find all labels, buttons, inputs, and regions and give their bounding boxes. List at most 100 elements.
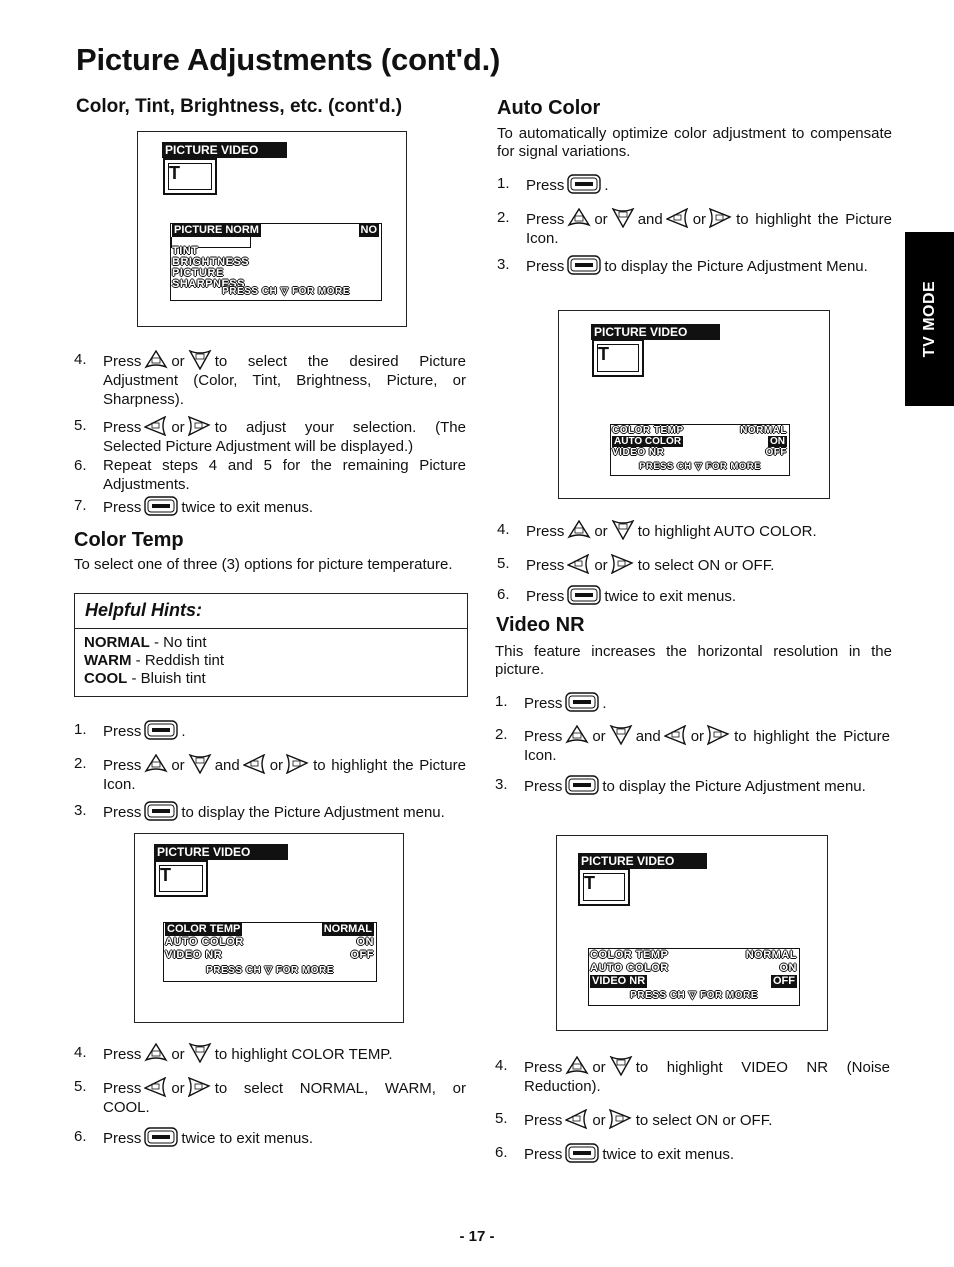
vol-left-button-icon (144, 416, 167, 436)
osd-menu-header-value: NO (358, 224, 379, 237)
step: 6. Press twice to exit menus. (74, 1127, 314, 1147)
steps-video-nr-a: 1. Press. 2. Press or and or to highlight th… (495, 692, 890, 796)
step: 3. Press to display the Picture Adjustmen… (497, 255, 868, 275)
osd-menu: COLOR TEMP NORMAL AUTO COLOR ON VIDEO NR OF… (163, 922, 377, 982)
osd-row-label-highlighted: VIDEO NR (590, 975, 648, 988)
ch-up-button-icon (145, 350, 168, 368)
ch-up-button-icon (145, 1043, 168, 1061)
section-tab-tv-mode: TV MODE (905, 232, 954, 406)
step: 4. Press or to highlight COLOR TEMP. (74, 1043, 393, 1063)
step: 4. Press or to select the desired Picture … (74, 350, 466, 408)
action-button-icon (567, 255, 602, 275)
action-button-icon (144, 720, 179, 740)
osd-menu: COLOR TEMP NORMAL AUTO COLOR ON VIDEO NR OF… (610, 424, 790, 476)
vol-right-button-icon (286, 754, 308, 774)
helpful-hints-box: Helpful Hints: NORMAL - No tint WARM - R… (74, 593, 468, 697)
step: 3. Press to display the Picture Adjustmen… (495, 775, 866, 795)
vol-right-button-icon (707, 725, 729, 745)
auto-color-intro: To automatically optimize color adjustme… (497, 125, 892, 160)
vol-right-button-icon (187, 416, 210, 436)
osd-title: PICTURE VIDEO (591, 324, 720, 340)
ch-up-button-icon (568, 520, 591, 538)
osd-footer: PRESS CH ▽ FOR MORE (222, 286, 350, 297)
osd-row-value: NORMAL (740, 425, 787, 436)
ch-up-button-icon (145, 754, 168, 772)
action-button-icon (565, 775, 600, 795)
vol-left-button-icon (565, 1109, 588, 1129)
action-button-icon (144, 1127, 179, 1147)
ch-down-button-icon (611, 208, 634, 228)
steps-color-temp-a: 1. Press. 2. Press or and or to highlight th… (74, 720, 466, 822)
step: 1. Press. (74, 720, 186, 740)
step: 7. Press twice to exit menus. (74, 496, 314, 516)
osd-row-label-highlighted: AUTO COLOR (612, 436, 684, 447)
vol-right-button-icon (187, 1077, 210, 1097)
hint-item: NORMAL - No tint (84, 634, 207, 651)
page-number: - 17 - (459, 1228, 495, 1245)
osd-title: PICTURE VIDEO (154, 844, 288, 860)
step: 3. Press to display the Picture Adjustmen… (74, 801, 445, 821)
steps-color-tint: 4. Press or to select the desired Picture … (74, 350, 466, 517)
vol-right-button-icon (709, 208, 731, 228)
osd-row-label: COLOR TEMP (590, 949, 669, 961)
color-temp-intro: To select one of three (3) options for p… (74, 556, 453, 573)
picture-icon: T (154, 860, 208, 897)
osd-row-value: ON (356, 936, 374, 948)
step: 5. Press or to select ON or OFF. (495, 1109, 773, 1129)
step: 5. Press or to adjust your selection. (The… (74, 416, 466, 455)
step: 6. Repeat steps 4 and 5 for the remaining… (74, 457, 466, 493)
vol-right-button-icon (610, 554, 633, 574)
ch-down-button-icon (188, 1043, 211, 1063)
picture-icon: T (163, 158, 217, 195)
osd-row-value: OFF (350, 949, 374, 961)
osd-row-label: VIDEO NR (612, 447, 665, 458)
action-button-icon (144, 496, 179, 516)
section-heading-color-tint: Color, Tint, Brightness, etc. (cont'd.) (76, 96, 403, 117)
vol-left-button-icon (666, 208, 688, 228)
steps-video-nr-b: 4. Press or to highlight VIDEO NR (Noise R… (495, 1056, 890, 1164)
osd-row-value: NORMAL (745, 949, 797, 961)
section-heading-video-nr: Video NR (496, 614, 585, 636)
step: 4. Press or to highlight AUTO COLOR. (497, 520, 817, 540)
ch-down-button-icon (188, 754, 211, 774)
osd-footer: PRESS CH ▽ FOR MORE (630, 990, 758, 1001)
section-heading-color-temp: Color Temp (74, 529, 184, 551)
step: 2. Press or and or to highlight the Picture … (74, 754, 466, 793)
tv-screen-picture-norm: PICTURE VIDEO T PICTURE NORM NO TINT BRIG… (137, 131, 407, 327)
step: 2. Press or and or to highlight the Picture … (495, 725, 890, 764)
action-button-icon (565, 692, 600, 712)
action-button-icon (567, 174, 602, 194)
page-title: Picture Adjustments (cont'd.) (76, 42, 501, 77)
ch-down-button-icon (188, 350, 211, 370)
ch-up-button-icon (566, 1056, 589, 1074)
tv-screen-color-temp: PICTURE VIDEO T COLOR TEMP NORMAL AUTO CO… (134, 833, 404, 1023)
helpful-hints-title: Helpful Hints: (75, 594, 467, 629)
action-button-icon (565, 1143, 600, 1163)
step: 5. Press or to select NORMAL, WARM, or COO… (74, 1077, 466, 1116)
osd-row-value: NORMAL (321, 923, 374, 936)
step: 6. Press twice to exit menus. (495, 1143, 735, 1163)
step: 1. Press. (495, 692, 607, 712)
osd-row-label: AUTO COLOR (165, 936, 244, 948)
steps-auto-color-b: 4. Press or to highlight AUTO COLOR. 5. Pr… (497, 520, 892, 606)
ch-down-button-icon (611, 520, 634, 540)
vol-left-button-icon (567, 554, 590, 574)
steps-color-temp-b: 4. Press or to highlight COLOR TEMP. 5. Pr… (74, 1043, 466, 1148)
video-nr-intro: This feature increases the horizontal re… (495, 643, 892, 678)
action-button-icon (567, 585, 602, 605)
step: 6. Press twice to exit menus. (497, 585, 737, 605)
vol-left-button-icon (144, 1077, 167, 1097)
vol-left-button-icon (664, 725, 686, 745)
osd-footer: PRESS CH ▽ FOR MORE (206, 965, 334, 976)
tv-screen-auto-color: PICTURE VIDEO T COLOR TEMP NORMAL AUTO CO… (558, 310, 830, 499)
osd-menu-header: PICTURE NORM (172, 224, 261, 237)
osd-menu: PICTURE NORM NO TINT BRIGHTNESS PICTURE S… (170, 223, 382, 301)
section-tab-label: TV MODE (920, 280, 938, 358)
osd-row-label-highlighted: COLOR TEMP (165, 923, 243, 936)
action-button-icon (144, 801, 179, 821)
steps-auto-color-a: 1. Press. 2. Press or and or to highlight th… (497, 174, 892, 276)
ch-up-button-icon (566, 725, 589, 743)
ch-down-button-icon (609, 1056, 632, 1076)
osd-row-value: ON (768, 436, 787, 447)
ch-down-button-icon (609, 725, 632, 745)
